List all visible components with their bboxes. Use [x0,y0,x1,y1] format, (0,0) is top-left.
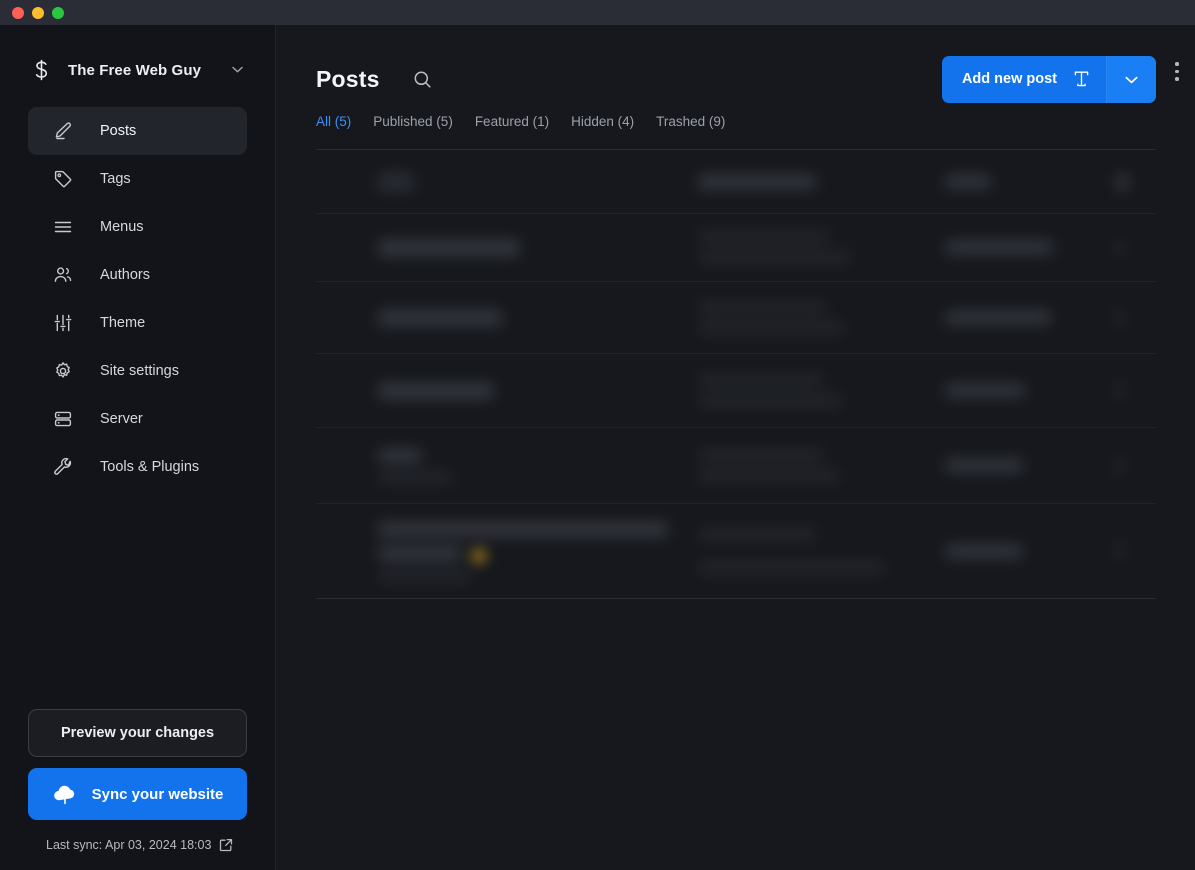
sidebar-item-posts[interactable]: Posts [28,107,247,155]
last-sync-label: Last sync: Apr 03, 2024 18:03 [46,838,212,852]
sidebar-item-label: Tools & Plugins [100,459,200,475]
sidebar-item-label: Server [100,411,143,427]
text-type-icon [1073,70,1090,88]
sidebar-item-tools-plugins[interactable]: Tools & Plugins [28,443,247,491]
dollar-sign-icon [28,59,54,81]
window-titlebar [0,0,1195,25]
gear-icon [52,360,74,382]
window-minimize-button[interactable] [32,6,44,19]
sidebar-item-label: Posts [100,123,137,139]
main-header: Posts Add new post [316,25,1156,103]
main-content: Posts Add new post All (5) Published (5)… [276,25,1195,870]
tab-published[interactable]: Published (5) [373,114,475,129]
page-title: Posts [316,65,380,92]
post-date-cell [945,174,1097,189]
sync-website-label: Sync your website [91,785,224,803]
posts-table [316,149,1156,599]
table-row[interactable] [316,150,1156,214]
post-actions-cell[interactable] [1097,172,1156,191]
chevron-down-icon[interactable] [232,65,243,76]
sidebar-item-label: Theme [100,315,146,331]
post-meta-cell [698,173,945,190]
pencil-icon [52,120,74,142]
search-icon[interactable] [410,66,436,92]
app-root: The Free Web Guy Posts Tags Menus Author… [0,25,1195,870]
add-new-post-dropdown-button[interactable] [1106,55,1156,103]
add-new-post-button[interactable]: Add new post [941,55,1106,103]
sidebar-item-menus[interactable]: Menus [28,203,247,251]
external-link-icon[interactable] [219,838,233,852]
post-filter-tabs: All (5) Published (5) Featured (1) Hidde… [316,103,1156,139]
sidebar: The Free Web Guy Posts Tags Menus Author… [0,25,276,870]
more-vertical-icon[interactable] [1168,62,1186,81]
post-title-cell [316,238,698,257]
server-icon [52,408,74,430]
window-close-button[interactable] [12,6,24,19]
tab-hidden[interactable]: Hidden (4) [571,114,656,129]
users-icon [52,264,74,286]
window-maximize-button[interactable] [52,6,64,19]
post-date-cell [945,543,1097,559]
sidebar-item-label: Menus [100,219,144,235]
chevron-down-icon [1125,72,1138,87]
post-title-cell [316,381,698,400]
post-date-cell [945,240,1097,255]
site-name: The Free Web Guy [68,61,202,79]
post-date-cell [945,458,1097,473]
post-title-cell [316,171,698,192]
post-actions-cell[interactable] [1097,308,1156,327]
post-title-cell [316,308,698,327]
tab-all[interactable]: All (5) [316,114,373,129]
table-row[interactable] [316,354,1156,428]
sidebar-item-server[interactable]: Server [28,395,247,443]
sidebar-footer: Preview your changes Sync your website L… [0,709,275,870]
table-row[interactable] [316,282,1156,354]
sidebar-item-label: Site settings [100,363,179,379]
header-actions: Add new post [941,55,1156,103]
sidebar-item-label: Tags [100,171,131,187]
sliders-icon [52,312,74,334]
menu-icon [52,216,74,238]
table-row[interactable] [316,504,1156,598]
add-new-post-label: Add new post [961,71,1057,87]
post-meta-cell [698,374,945,407]
sync-website-button[interactable]: Sync your website [28,768,247,820]
post-actions-cell[interactable] [1097,238,1156,257]
post-actions-cell[interactable] [1097,542,1156,560]
table-row[interactable] [316,428,1156,504]
post-date-cell [945,310,1097,325]
tag-icon [52,168,74,190]
sidebar-item-site-settings[interactable]: Site settings [28,347,247,395]
post-meta-cell [698,231,945,264]
post-actions-cell[interactable] [1097,456,1156,475]
sidebar-item-tags[interactable]: Tags [28,155,247,203]
preview-changes-button[interactable]: Preview your changes [28,709,247,757]
tab-trashed[interactable]: Trashed (9) [656,114,747,129]
sidebar-item-label: Authors [100,267,150,283]
post-meta-cell [698,449,945,482]
post-meta-cell [698,528,945,574]
post-actions-cell[interactable] [1097,381,1156,400]
table-row[interactable] [316,214,1156,282]
post-title-cell [316,520,698,582]
post-title-cell [316,447,698,484]
wrench-icon [52,456,74,478]
sidebar-nav: Posts Tags Menus Authors Theme Site sett… [0,107,275,491]
cloud-upload-icon [52,783,78,805]
sidebar-item-authors[interactable]: Authors [28,251,247,299]
sidebar-item-theme[interactable]: Theme [28,299,247,347]
post-meta-cell [698,301,945,334]
last-sync-status: Last sync: Apr 03, 2024 18:03 [28,838,247,852]
post-date-cell [945,383,1097,398]
tab-featured[interactable]: Featured (1) [475,114,571,129]
site-switcher[interactable]: The Free Web Guy [18,47,257,93]
